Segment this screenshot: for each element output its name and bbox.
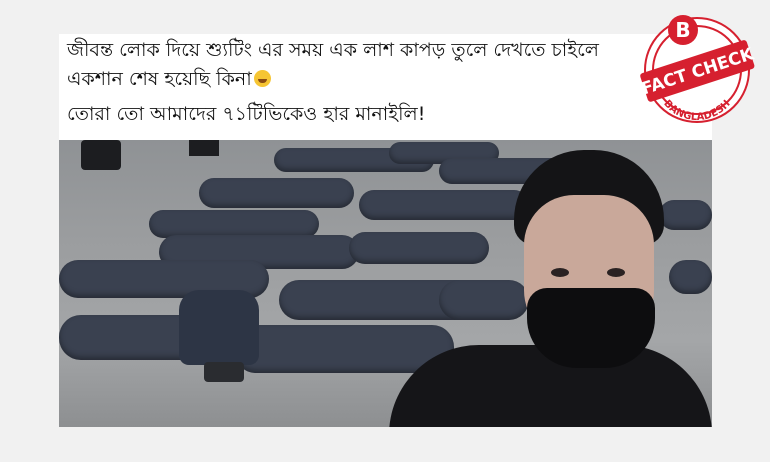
fact-check-logo-graphic: FACT CHECK BANGLADESH B: [639, 15, 757, 123]
background-person: [189, 140, 219, 156]
caption-line-1: জীবন্ত লোক দিয়ে শ্যুটিং এর সময় এক লাশ …: [67, 39, 599, 61]
body-bag: [349, 232, 489, 264]
lifted-sheet-figure: [204, 362, 244, 382]
presenter-right-eye: [607, 268, 625, 277]
laughing-emoji-icon: [253, 70, 271, 87]
post-card: জীবন্ত লোক দিয়ে শ্যুটিং এর সময় এক লাশ …: [59, 34, 712, 427]
lifted-sheet-figure: [179, 290, 259, 365]
post-caption: জীবন্ত লোক দিয়ে শ্যুটিং এর সময় এক লাশ …: [59, 34, 712, 140]
background-person: [81, 140, 121, 170]
video-still-photo: [59, 140, 712, 427]
body-bag: [199, 178, 354, 208]
caption-line-3: তোরা তো আমাদের ৭১টিভিকেও হার মানাইলি!: [67, 103, 426, 125]
badge-letter: B: [675, 18, 690, 42]
fact-check-bangladesh-logo: FACT CHECK BANGLADESH B: [633, 4, 761, 132]
body-bag: [359, 190, 529, 220]
body-bag: [439, 280, 529, 320]
body-bag: [669, 260, 712, 294]
presenter-left-eye: [551, 268, 569, 277]
presenter-face-mask: [527, 288, 655, 368]
body-bag: [149, 210, 319, 238]
body-bag: [659, 200, 712, 230]
caption-line-2-text: একশান শেষ হয়েছি কিনা: [67, 68, 252, 90]
caption-line-2: একশান শেষ হয়েছি কিনা: [67, 65, 706, 94]
